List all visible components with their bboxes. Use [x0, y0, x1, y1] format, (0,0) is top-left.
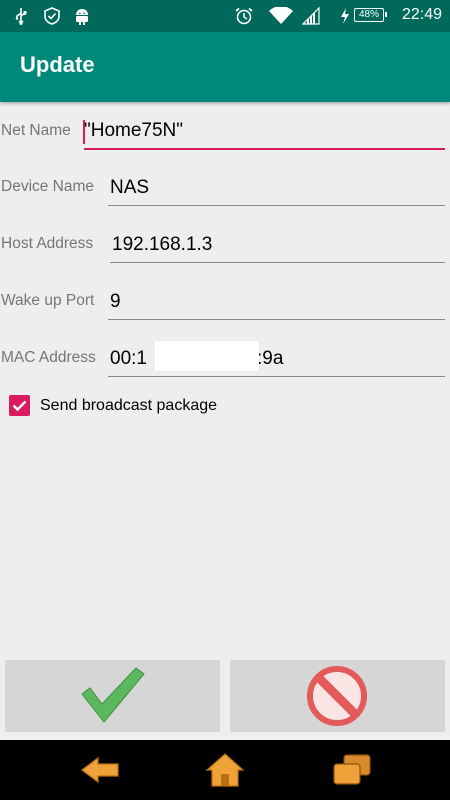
wake-up-port-label: Wake up Port [1, 292, 95, 309]
back-icon[interactable] [80, 752, 120, 788]
broadcast-checkbox[interactable] [9, 395, 30, 416]
alarm-icon [235, 7, 253, 25]
prohibited-icon [307, 666, 367, 726]
mac-address-value-end: :9a [257, 348, 284, 369]
navigation-bar [0, 740, 450, 800]
confirm-button[interactable] [5, 660, 220, 732]
wifi-icon [269, 7, 293, 24]
net-name-label: Net Name [1, 122, 71, 139]
host-address-row: Host Address 192.168.1.3 [0, 213, 450, 263]
status-bar: 48% 22:49 [0, 0, 450, 32]
wake-up-port-value: 9 [110, 291, 121, 312]
home-icon[interactable] [205, 752, 245, 788]
android-icon [76, 9, 88, 25]
host-address-field[interactable]: 192.168.1.3 [110, 223, 445, 263]
device-name-value: NAS [110, 177, 150, 198]
mac-address-label: MAC Address [1, 349, 96, 366]
net-name-field[interactable]: "Home75N" [83, 110, 445, 150]
app-bar: Update [0, 32, 450, 102]
mac-address-value-start: 00:1 [110, 348, 147, 369]
cancel-button[interactable] [230, 660, 445, 732]
net-name-row: Net Name "Home75N" [0, 100, 450, 150]
shield-icon [44, 7, 60, 25]
recent-apps-icon[interactable] [332, 752, 372, 788]
checkmark-icon [81, 667, 145, 723]
check-mark-icon [12, 400, 27, 412]
usb-icon [15, 8, 27, 25]
page-title: Update [20, 52, 95, 77]
host-address-value: 192.168.1.3 [112, 234, 213, 255]
wake-up-port-row: Wake up Port 9 [0, 270, 450, 320]
battery-icon: 48% [354, 8, 387, 22]
device-name-label: Device Name [1, 178, 95, 195]
wake-up-port-field[interactable]: 9 [108, 280, 445, 320]
host-address-label: Host Address [1, 235, 94, 252]
charging-icon [341, 8, 349, 24]
device-name-field[interactable]: NAS [108, 166, 445, 206]
signal-icon [302, 7, 320, 25]
device-name-row: Device Name NAS [0, 156, 450, 206]
net-name-value: "Home75N" [84, 120, 184, 141]
redaction-mask [155, 341, 259, 371]
broadcast-checkbox-label[interactable]: Send broadcast package [40, 397, 217, 415]
clock: 22:49 [401, 6, 442, 23]
